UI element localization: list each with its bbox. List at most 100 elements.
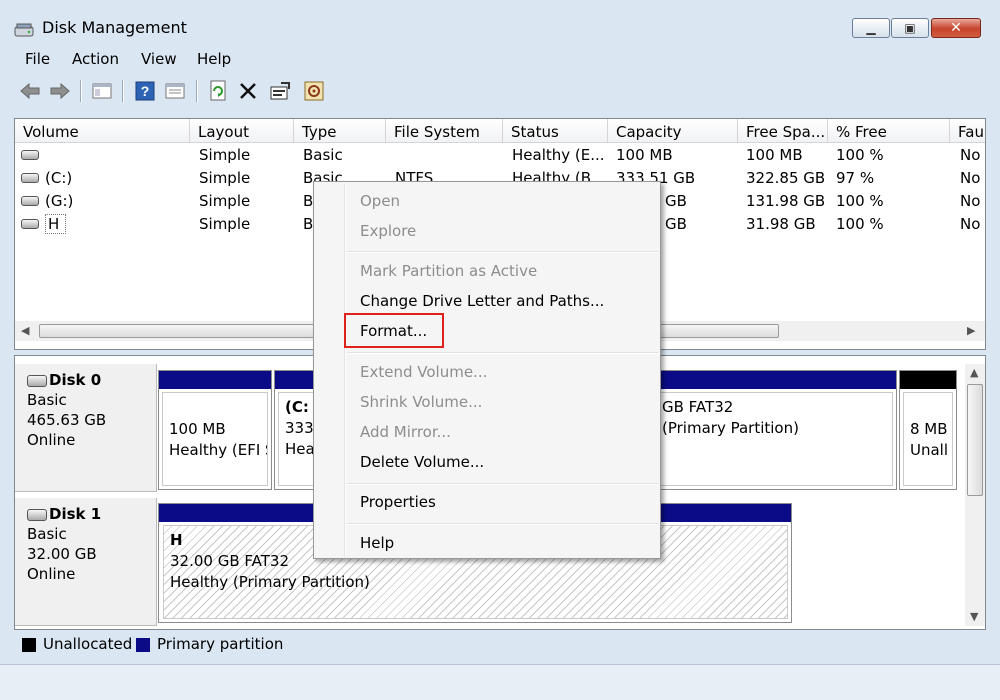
toolbar-separator (196, 80, 198, 102)
partition-efi[interactable]: 100 MB Healthy (EFI S (158, 370, 272, 490)
partition-g[interactable]: GB FAT32 (Primary Partition) (655, 370, 897, 490)
cell-percent-free: 100 % (836, 146, 884, 164)
column-header-capacity[interactable]: Capacity (608, 119, 738, 143)
scroll-right-icon[interactable]: ▶ (967, 324, 975, 337)
cell-free-space: 322.85 GB (746, 169, 826, 187)
menu-separator (348, 523, 658, 525)
scroll-down-icon[interactable]: ▼ (970, 610, 978, 623)
minimize-icon: ▁ (866, 21, 876, 35)
cell-capacity: GB (665, 192, 687, 210)
cell-capacity: GB (665, 215, 687, 233)
window-title: Disk Management (42, 18, 187, 37)
menu-item-properties[interactable]: Properties (360, 493, 436, 511)
cell-percent-free: 100 % (836, 192, 884, 210)
forward-icon[interactable] (48, 79, 72, 103)
disk-state: Online (27, 431, 76, 449)
disk-icon (27, 508, 47, 521)
menu-separator (348, 251, 658, 253)
disk-state: Online (27, 565, 76, 583)
cell-volume: (G:) (45, 192, 74, 210)
back-icon[interactable] (18, 79, 42, 103)
menu-help[interactable]: Help (197, 50, 231, 68)
menu-action[interactable]: Action (72, 50, 119, 68)
close-button[interactable]: ✕ (931, 18, 981, 38)
minimize-button[interactable]: ▁ (852, 18, 890, 38)
properties-view-icon[interactable] (163, 79, 187, 103)
disk-management-icon (14, 23, 34, 37)
scroll-left-icon[interactable]: ◀ (21, 324, 29, 337)
table-row[interactable]: Simple Basic Healthy (E... 100 MB 100 MB… (15, 144, 985, 167)
cell-fault-tolerance: No (960, 169, 981, 187)
toolbar-separator (122, 80, 124, 102)
primary-partition-bar (159, 371, 271, 389)
context-menu: Open Explore Mark Partition as Active Ch… (313, 181, 661, 559)
column-header-volume[interactable]: Volume (15, 119, 190, 143)
menu-item-shrink-volume: Shrink Volume... (360, 393, 483, 411)
properties-icon[interactable] (268, 79, 292, 103)
menu-item-add-mirror: Add Mirror... (360, 423, 451, 441)
scroll-thumb[interactable] (967, 384, 983, 496)
drive-icon (21, 150, 39, 160)
cell-type: B (303, 192, 314, 210)
cell-volume: (C:) (45, 169, 73, 187)
close-icon: ✕ (950, 20, 962, 36)
cell-free-space: 31.98 GB (746, 215, 816, 233)
cell-volume: H (45, 214, 67, 234)
partition-size: GB FAT32 (662, 398, 734, 416)
help-icon[interactable]: ? (133, 79, 157, 103)
column-header-fault-tolerance[interactable]: Fau (950, 119, 985, 143)
legend-unallocated: Unallocated (43, 635, 133, 653)
cell-percent-free: 100 % (836, 215, 884, 233)
partition-size: 8 MB (910, 420, 948, 438)
title-bar: Disk Management ▁ ▣ ✕ (0, 8, 1000, 50)
partition-status: Healthy (EFI S (169, 441, 268, 459)
scroll-up-icon[interactable]: ▲ (970, 366, 978, 379)
partition-status: Unall (910, 441, 949, 459)
show-hide-console-icon[interactable] (90, 79, 114, 103)
cell-fault-tolerance: No (960, 215, 981, 233)
maximize-button[interactable]: ▣ (891, 18, 929, 38)
cell-layout: Simple (199, 169, 251, 187)
partition-unallocated[interactable]: 8 MB Unall (899, 370, 957, 490)
toolbar-separator (80, 80, 82, 102)
column-header-type[interactable]: Type (294, 119, 386, 143)
menu-separator (348, 352, 658, 354)
menu-item-explore: Explore (360, 222, 417, 240)
unallocated-swatch (22, 638, 36, 652)
cell-percent-free: 97 % (836, 169, 875, 187)
menu-item-delete-volume[interactable]: Delete Volume... (360, 453, 484, 471)
status-bar (0, 664, 1000, 700)
settings-icon[interactable] (302, 79, 326, 103)
legend-primary-partition: Primary partition (157, 635, 284, 653)
menu-bar: File Action View Help (0, 48, 1000, 70)
disk-1-label[interactable]: Disk 1 Basic 32.00 GB Online (15, 498, 157, 626)
partition-status: Healthy (Primary Partition) (170, 573, 370, 591)
disk-0-label[interactable]: Disk 0 Basic 465.63 GB Online (15, 364, 157, 492)
vertical-scrollbar[interactable]: ▲ ▼ (965, 364, 985, 626)
partition-size: 100 MB (169, 420, 226, 438)
cell-type: Basic (303, 146, 343, 164)
drive-icon (21, 196, 39, 206)
cell-free-space: 100 MB (746, 146, 803, 164)
delete-icon[interactable] (236, 79, 260, 103)
cell-layout: Simple (199, 215, 251, 233)
column-header-layout[interactable]: Layout (190, 119, 294, 143)
cell-layout: Simple (199, 192, 251, 210)
menu-item-extend-volume: Extend Volume... (360, 363, 488, 381)
column-header-percent-free[interactable]: % Free (828, 119, 950, 143)
partition-status: (Primary Partition) (662, 419, 799, 437)
column-header-status[interactable]: Status (503, 119, 608, 143)
cell-type: B (303, 215, 314, 233)
primary-partition-bar (656, 371, 896, 389)
menu-file[interactable]: File (25, 50, 50, 68)
column-header-file-system[interactable]: File System (386, 119, 503, 143)
menu-item-open: Open (360, 192, 401, 210)
disk-size: 465.63 GB (27, 411, 107, 429)
menu-view[interactable]: View (141, 50, 177, 68)
cell-fault-tolerance: No (960, 192, 981, 210)
menu-item-change-drive-letter[interactable]: Change Drive Letter and Paths... (360, 292, 604, 310)
refresh-icon[interactable] (206, 79, 230, 103)
column-header-free-space[interactable]: Free Spa... (738, 119, 828, 143)
cell-capacity: 100 MB (616, 146, 673, 164)
menu-item-help[interactable]: Help (360, 534, 394, 552)
